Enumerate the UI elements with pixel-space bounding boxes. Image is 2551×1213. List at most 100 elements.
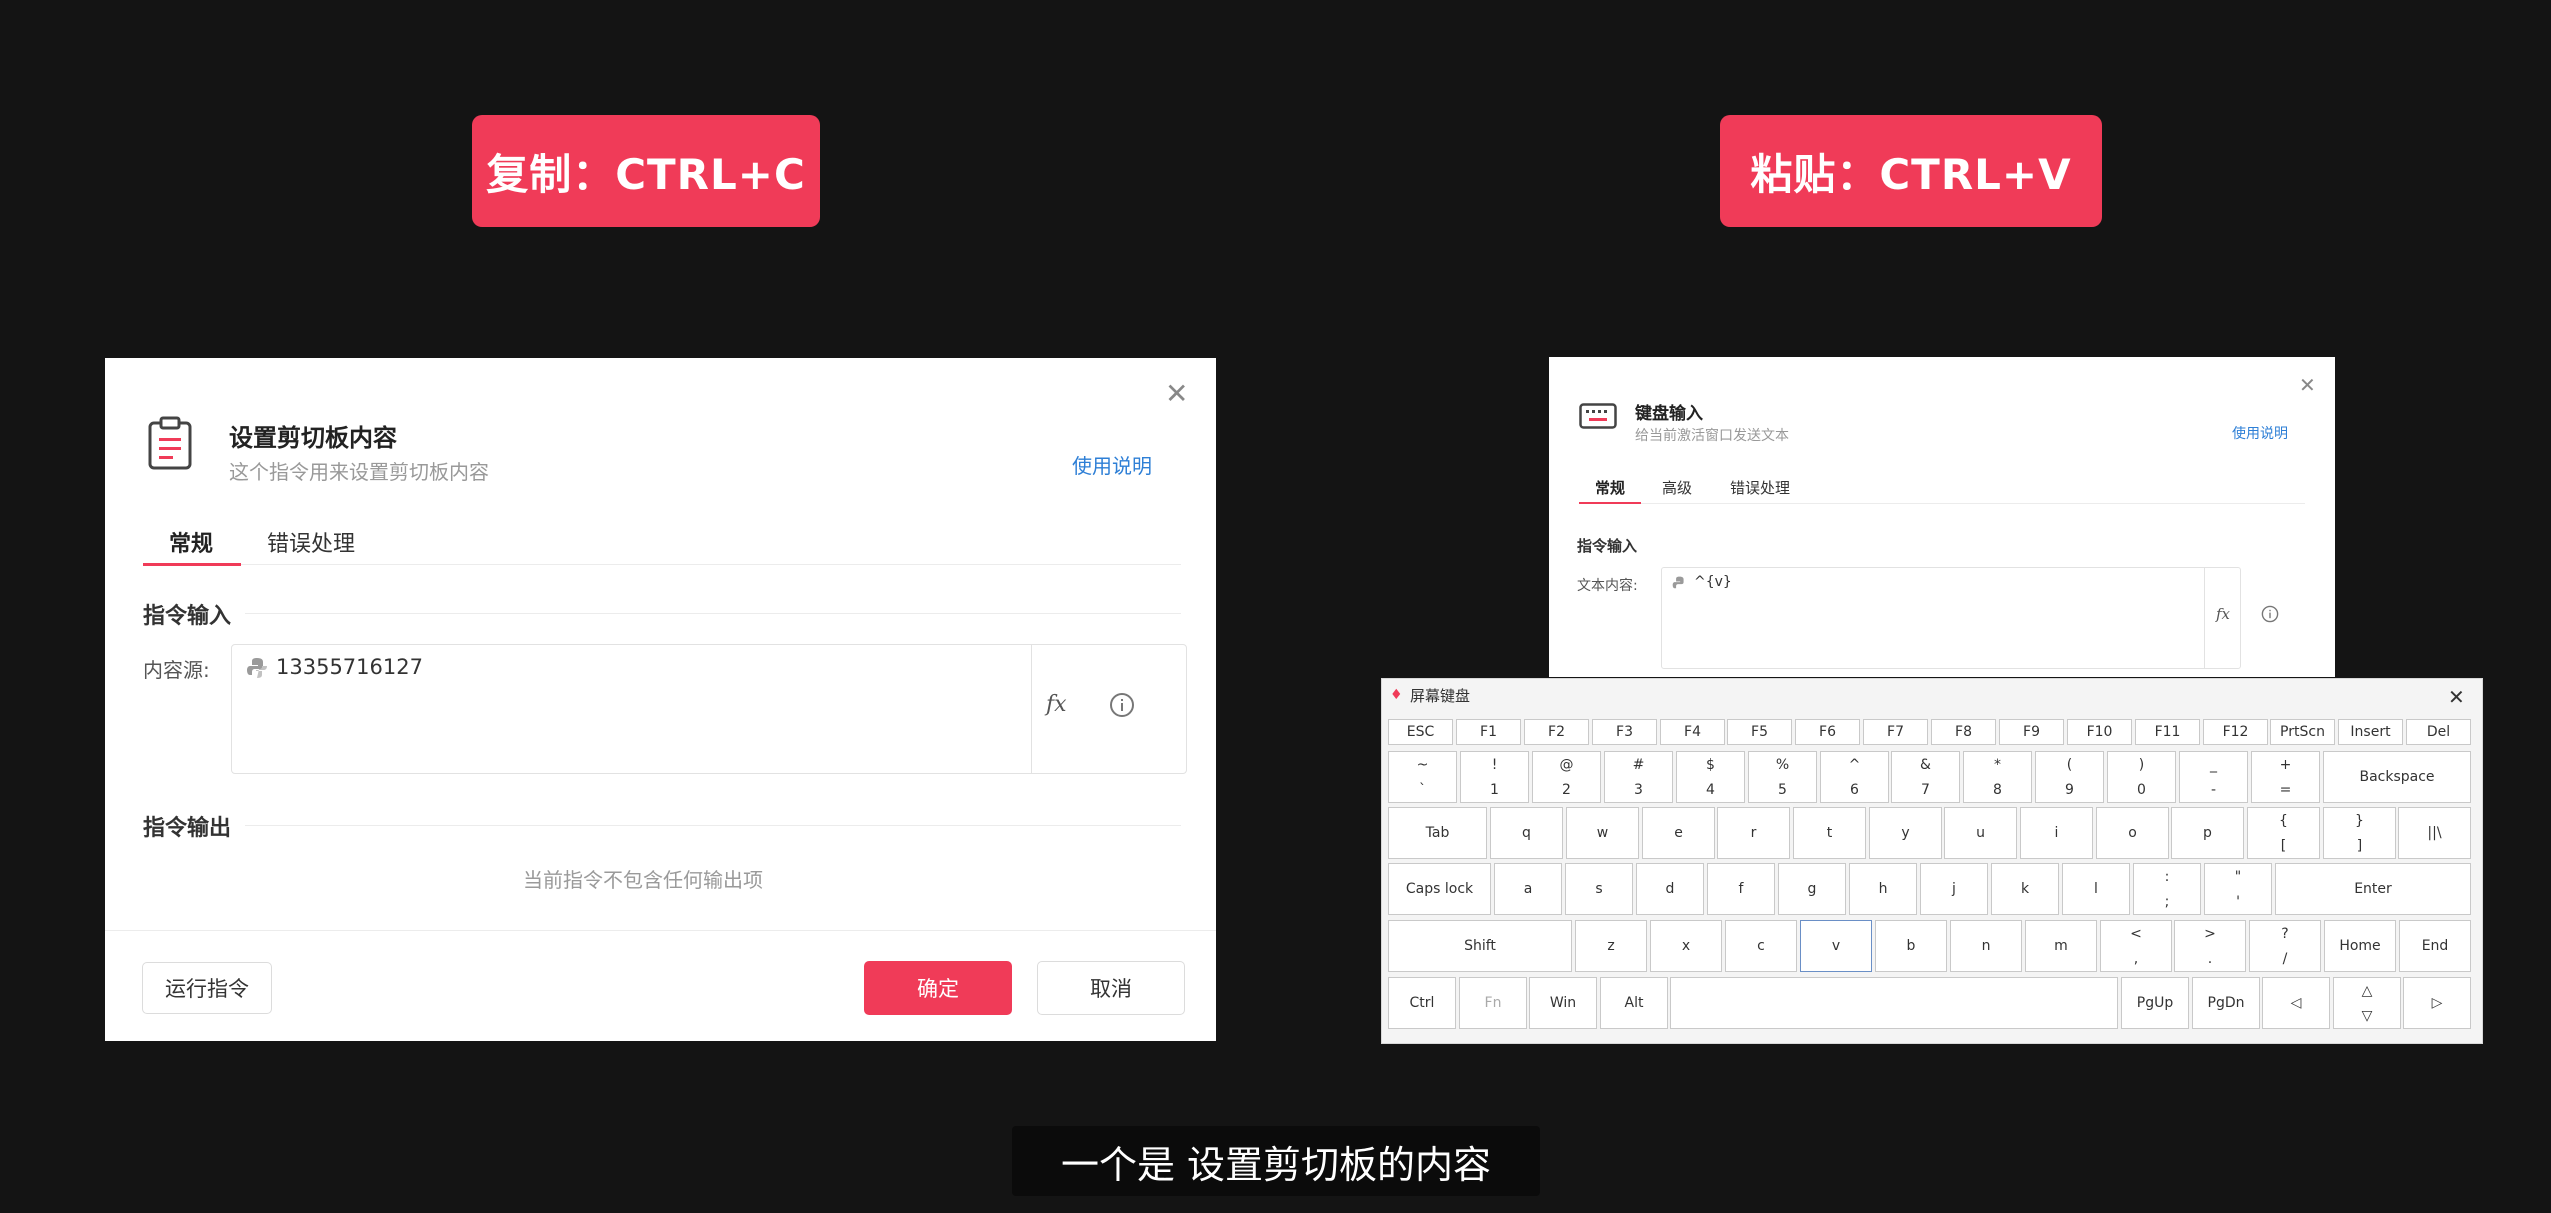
tab-advanced[interactable]: 高级 bbox=[1662, 477, 1692, 498]
key-d[interactable]: d bbox=[1636, 863, 1704, 915]
key-f8[interactable]: F8 bbox=[1931, 719, 1996, 745]
close-icon[interactable]: ✕ bbox=[2448, 683, 2465, 711]
key-o[interactable]: o bbox=[2096, 807, 2169, 859]
key-win[interactable]: Win bbox=[1529, 977, 1597, 1029]
key--[interactable]: {[ bbox=[2247, 807, 2320, 859]
key-t[interactable]: t bbox=[1793, 807, 1866, 859]
key--7[interactable]: & 7 bbox=[1891, 751, 1960, 803]
key-e[interactable]: e bbox=[1642, 807, 1715, 859]
key--[interactable]: }] bbox=[2323, 807, 2396, 859]
key-backspace[interactable]: Backspace bbox=[2323, 751, 2471, 803]
key-g[interactable]: g bbox=[1778, 863, 1846, 915]
key-x[interactable]: x bbox=[1650, 920, 1722, 972]
key-end[interactable]: End bbox=[2399, 920, 2471, 972]
key-fn[interactable]: Fn bbox=[1459, 977, 1527, 1029]
key-a[interactable]: a bbox=[1494, 863, 1562, 915]
key-del[interactable]: Del bbox=[2406, 719, 2471, 745]
key--1[interactable]: ! 1 bbox=[1460, 751, 1529, 803]
key-s[interactable]: s bbox=[1565, 863, 1633, 915]
key-h[interactable]: h bbox=[1849, 863, 1917, 915]
help-link[interactable]: 使用说明 bbox=[2232, 423, 2288, 443]
key-z[interactable]: z bbox=[1575, 920, 1647, 972]
key-tab[interactable]: Tab bbox=[1388, 807, 1487, 859]
key-f6[interactable]: F6 bbox=[1795, 719, 1860, 745]
key--2[interactable]: @2 bbox=[1532, 751, 1601, 803]
key-f10[interactable]: F10 bbox=[2067, 719, 2132, 745]
key-r[interactable]: r bbox=[1717, 807, 1790, 859]
key-pgup[interactable]: PgUp bbox=[2121, 977, 2189, 1029]
run-command-button[interactable]: 运行指令 bbox=[142, 962, 272, 1014]
key-esc[interactable]: ESC bbox=[1388, 719, 1453, 745]
key--[interactable]: " ' bbox=[2204, 863, 2272, 915]
key-f7[interactable]: F7 bbox=[1863, 719, 1928, 745]
key-pgdn[interactable]: PgDn bbox=[2192, 977, 2260, 1029]
key-alt[interactable]: Alt bbox=[1600, 977, 1668, 1029]
key--6[interactable]: ^ 6 bbox=[1820, 751, 1889, 803]
dialog-title: 键盘输入 bbox=[1635, 404, 1703, 424]
info-icon[interactable] bbox=[1109, 692, 1135, 722]
cancel-button[interactable]: 取消 bbox=[1037, 961, 1185, 1015]
key-enter[interactable]: Enter bbox=[2275, 863, 2471, 915]
key--9[interactable]: (9 bbox=[2035, 751, 2104, 803]
key--[interactable]: <, bbox=[2100, 920, 2172, 972]
key--[interactable]: _ - bbox=[2179, 751, 2248, 803]
key-f9[interactable]: F9 bbox=[1999, 719, 2064, 745]
key-c[interactable]: c bbox=[1725, 920, 1797, 972]
key-u[interactable]: u bbox=[1944, 807, 2017, 859]
key-f1[interactable]: F1 bbox=[1456, 719, 1521, 745]
key--[interactable]: ? / bbox=[2249, 920, 2321, 972]
key--[interactable]: ▷ bbox=[2403, 977, 2471, 1029]
key--[interactable]: + = bbox=[2251, 751, 2320, 803]
key--[interactable]: ◁ bbox=[2262, 977, 2330, 1029]
key-insert[interactable]: Insert bbox=[2338, 719, 2403, 745]
key-l[interactable]: l bbox=[2062, 863, 2130, 915]
key-p[interactable]: p bbox=[2171, 807, 2244, 859]
key-space[interactable] bbox=[1670, 977, 2118, 1029]
fx-icon[interactable]: fx bbox=[2216, 605, 2230, 623]
confirm-button[interactable]: 确定 bbox=[864, 961, 1012, 1015]
key-prtscn[interactable]: PrtScn bbox=[2270, 719, 2335, 745]
content-source-field[interactable]: 13355716127 bbox=[231, 644, 1187, 774]
key-m[interactable]: m bbox=[2025, 920, 2097, 972]
fx-icon[interactable]: fx bbox=[1046, 692, 1067, 717]
key-f3[interactable]: F3 bbox=[1592, 719, 1657, 745]
key--4[interactable]: $4 bbox=[1676, 751, 1745, 803]
tab-error-handling[interactable]: 错误处理 bbox=[267, 526, 355, 558]
close-icon[interactable]: ✕ bbox=[1165, 380, 1188, 408]
key-f4[interactable]: F4 bbox=[1660, 719, 1725, 745]
key-caps-lock[interactable]: Caps lock bbox=[1388, 863, 1491, 915]
key--8[interactable]: * 8 bbox=[1963, 751, 2032, 803]
tab-general[interactable]: 常规 bbox=[1595, 477, 1625, 498]
info-icon[interactable] bbox=[2261, 605, 2279, 627]
key-v[interactable]: v bbox=[1800, 920, 1872, 972]
key--[interactable]: >. bbox=[2174, 920, 2246, 972]
key-ctrl[interactable]: Ctrl bbox=[1388, 977, 1456, 1029]
key-k[interactable]: k bbox=[1991, 863, 2059, 915]
key-f5[interactable]: F5 bbox=[1727, 719, 1792, 745]
text-content-field[interactable]: ^{v} bbox=[1661, 567, 2241, 669]
key--[interactable]: ~ ` bbox=[1388, 751, 1457, 803]
key-shift[interactable]: Shift bbox=[1388, 920, 1572, 972]
key-w[interactable]: w bbox=[1566, 807, 1639, 859]
key-f11[interactable]: F11 bbox=[2135, 719, 2200, 745]
key--3[interactable]: #3 bbox=[1604, 751, 1673, 803]
key-y[interactable]: y bbox=[1869, 807, 1942, 859]
key--[interactable]: △ ▽ bbox=[2333, 977, 2401, 1029]
close-icon[interactable]: ✕ bbox=[2299, 371, 2316, 399]
key--[interactable]: :; bbox=[2133, 863, 2201, 915]
key-j[interactable]: j bbox=[1920, 863, 1988, 915]
key--5[interactable]: % 5 bbox=[1748, 751, 1817, 803]
key--[interactable]: ||\ bbox=[2398, 807, 2471, 859]
key-home[interactable]: Home bbox=[2324, 920, 2396, 972]
tab-error-handling[interactable]: 错误处理 bbox=[1730, 477, 1790, 498]
tab-general[interactable]: 常规 bbox=[169, 526, 213, 558]
help-link[interactable]: 使用说明 bbox=[1072, 450, 1152, 479]
key-f[interactable]: f bbox=[1707, 863, 1775, 915]
key-n[interactable]: n bbox=[1950, 920, 2022, 972]
key-i[interactable]: i bbox=[2020, 807, 2093, 859]
key-f12[interactable]: F12 bbox=[2203, 719, 2268, 745]
key-q[interactable]: q bbox=[1490, 807, 1563, 859]
key--0[interactable]: ) 0 bbox=[2107, 751, 2176, 803]
key-b[interactable]: b bbox=[1875, 920, 1947, 972]
key-f2[interactable]: F2 bbox=[1524, 719, 1589, 745]
